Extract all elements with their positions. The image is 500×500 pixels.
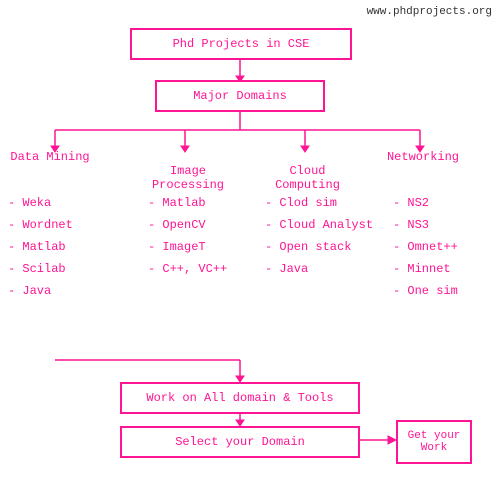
networking-label: Networking [383, 150, 463, 164]
networking-items: - NS2 - NS3 - Omnet++ - Minnet - One sim [393, 192, 458, 302]
work-label: Work on All domain & Tools [146, 391, 333, 405]
imageprocessing-label: Image Processing [148, 150, 228, 192]
cloudcomputing-label: Cloud Computing [265, 150, 350, 192]
major-box: Major Domains [155, 80, 325, 112]
imageprocessing-items: - Matlab - OpenCV - ImageT - C++, VC++ [148, 192, 227, 280]
select-box[interactable]: Select your Domain [120, 426, 360, 458]
datamining-label: Data Mining [5, 150, 95, 164]
cloudcomputing-items: - Clod sim - Cloud Analyst - Open stack … [265, 192, 373, 280]
getyour-box: Get your Work [396, 420, 472, 464]
datamining-items: - Weka - Wordnet - Matlab - Scilab - Jav… [8, 192, 73, 302]
select-label: Select your Domain [175, 435, 305, 449]
watermark: www.phdprojects.org [367, 6, 492, 18]
major-label: Major Domains [193, 89, 287, 103]
phd-box: Phd Projects in CSE [130, 28, 352, 60]
work-box: Work on All domain & Tools [120, 382, 360, 414]
phd-label: Phd Projects in CSE [173, 37, 310, 51]
getyour-label: Get your Work [408, 430, 461, 454]
